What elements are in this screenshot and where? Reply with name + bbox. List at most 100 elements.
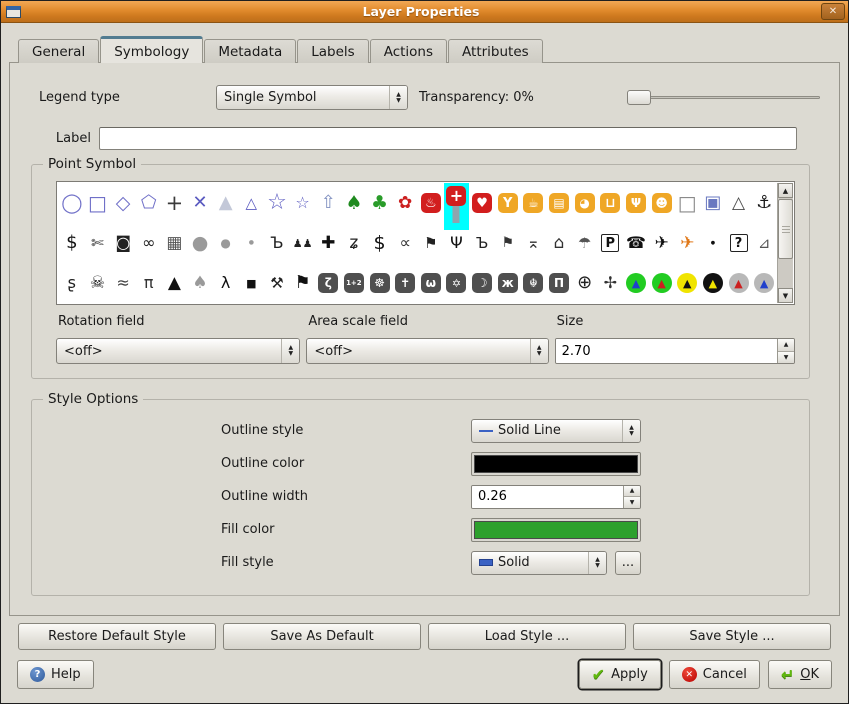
symbol-star-of-david[interactable]: ✡: [444, 263, 470, 303]
scroll-track[interactable]: [778, 260, 793, 288]
symbol-bar[interactable]: Y: [495, 183, 521, 223]
symbol-circle-large[interactable]: ●: [187, 223, 213, 263]
symbol-diamond[interactable]: ◇: [110, 183, 136, 223]
symbol-crescent[interactable]: ☽: [469, 263, 495, 303]
scroll-up-icon[interactable]: ▲: [778, 183, 793, 198]
tab-labels[interactable]: Labels: [297, 39, 368, 63]
scroll-down-icon[interactable]: ▼: [778, 288, 793, 303]
symbol-gray-tree[interactable]: ♠: [187, 263, 213, 303]
symbol-fish[interactable]: ∝: [392, 223, 418, 263]
fill-color-button[interactable]: [471, 518, 641, 542]
symbol-school[interactable]: 1+2: [341, 263, 367, 303]
outline-color-button[interactable]: [471, 452, 641, 476]
symbol-square[interactable]: □: [85, 183, 111, 223]
symbol-fuel-2[interactable]: Ъ: [469, 223, 495, 263]
symbol-mine[interactable]: ⚒: [264, 263, 290, 303]
tab-actions[interactable]: Actions: [370, 39, 447, 63]
outline-style-select[interactable]: Solid Line: [471, 419, 641, 443]
symbol-arrow-green-blue[interactable]: ▲: [623, 263, 649, 303]
symbol-skiing[interactable]: ʂ: [59, 263, 85, 303]
symbol-house[interactable]: ⌂: [546, 223, 572, 263]
symbol-star[interactable]: ☆: [290, 183, 316, 223]
tab-general[interactable]: General: [18, 39, 99, 63]
scroll-thumb[interactable]: [778, 199, 793, 259]
symbol-airfield[interactable]: ✈: [674, 223, 700, 263]
symbol-arrow-green-red[interactable]: ▲: [649, 263, 675, 303]
save-style-button[interactable]: Save Style ...: [633, 623, 831, 650]
symbol-fuel[interactable]: Ъ: [264, 223, 290, 263]
symbol-khanda[interactable]: ☬: [521, 263, 547, 303]
symbol-restaurant[interactable]: Ψ: [623, 183, 649, 223]
cancel-button[interactable]: ✕ Cancel: [669, 660, 760, 689]
area-scale-field-select[interactable]: <off>: [306, 338, 548, 364]
symbol-parking[interactable]: P: [597, 223, 623, 263]
spin-up-icon[interactable]: ▲: [624, 486, 640, 498]
slider-handle[interactable]: [627, 90, 651, 105]
fill-style-more-button[interactable]: ...: [615, 551, 641, 575]
symbol-circle-small[interactable]: ●: [238, 223, 264, 263]
symbol-survey-marker[interactable]: ✢: [597, 263, 623, 303]
symbol-christian-cross[interactable]: ✝: [392, 263, 418, 303]
symbol-arrow-gray-blue[interactable]: ▲: [751, 263, 777, 303]
symbol-fire[interactable]: ♨: [418, 183, 444, 223]
save-as-default-button[interactable]: Save As Default: [223, 623, 421, 650]
symbol-danger-skull[interactable]: ☠: [85, 263, 111, 303]
size-input[interactable]: [556, 339, 777, 363]
symbol-dancing[interactable]: ж: [495, 263, 521, 303]
symbol-filled-triangle[interactable]: ▲: [213, 183, 239, 223]
symbol-entertainment[interactable]: ☻: [649, 183, 675, 223]
tab-metadata[interactable]: Metadata: [204, 39, 296, 63]
tab-symbology[interactable]: Symbology: [100, 36, 203, 63]
ok-button[interactable]: ↵ OK: [768, 660, 832, 689]
symbol-building[interactable]: ▦: [162, 223, 188, 263]
symbol-small-square[interactable]: ■: [238, 263, 264, 303]
symbol-arrow-black-yellow[interactable]: ▲: [700, 263, 726, 303]
symbol-first-aid[interactable]: ✚: [315, 223, 341, 263]
symbol-om[interactable]: ω: [418, 263, 444, 303]
symbol-heart-badge[interactable]: ♥: [469, 183, 495, 223]
outline-width-input[interactable]: [472, 486, 623, 508]
symbol-museum[interactable]: Π: [546, 263, 572, 303]
symbol-deciduous-tree[interactable]: ♣: [367, 183, 393, 223]
help-button[interactable]: ? Help: [17, 660, 94, 689]
apply-button[interactable]: ✔ Apply: [579, 660, 661, 689]
symbol-anchor[interactable]: ⚓: [751, 183, 777, 223]
symbol-cinema[interactable]: ▤: [546, 183, 572, 223]
symbol-camera[interactable]: ◙: [110, 223, 136, 263]
symbol-arrow-yellow-black[interactable]: ▲: [674, 263, 700, 303]
symbol-pub[interactable]: ⊔: [597, 183, 623, 223]
symbol-dharma-wheel[interactable]: ☸: [367, 263, 393, 303]
close-button[interactable]: ✕: [821, 3, 845, 20]
symbol-deer[interactable]: ʑ: [341, 223, 367, 263]
restore-default-style-button[interactable]: Restore Default Style: [18, 623, 216, 650]
symbol-golf-hole[interactable]: ⚑: [495, 223, 521, 263]
symbol-compass-rose[interactable]: ⊕: [572, 263, 598, 303]
spin-down-icon[interactable]: ▼: [778, 352, 794, 364]
symbol-big-star[interactable]: ☆: [264, 183, 290, 223]
symbol-circle-medium[interactable]: ●: [213, 223, 239, 263]
symbol-teepee[interactable]: ▲: [162, 263, 188, 303]
symbol-airport[interactable]: ✈: [649, 223, 675, 263]
symbol-cross-x[interactable]: ✕: [187, 183, 213, 223]
fill-style-select[interactable]: Solid: [471, 551, 607, 575]
legend-type-select[interactable]: Single Symbol: [216, 85, 408, 110]
symbol-hiking[interactable]: λ: [213, 263, 239, 303]
symbol-pentagon[interactable]: ⬠: [136, 183, 162, 223]
symbol-arrow-gray-red[interactable]: ▲: [726, 263, 752, 303]
label-input[interactable]: [99, 127, 797, 150]
tab-attributes[interactable]: Attributes: [448, 39, 543, 63]
symbol-car[interactable]: ∞: [136, 223, 162, 263]
symbol-flower[interactable]: ✿: [392, 183, 418, 223]
symbol-cafe[interactable]: ☕: [521, 183, 547, 223]
symbol-telephone[interactable]: ☎: [623, 223, 649, 263]
symbol-square-in-square[interactable]: ▣: [700, 183, 726, 223]
symbol-cross[interactable]: +: [162, 183, 188, 223]
symbol-boat-ramp[interactable]: ⊿: [751, 223, 777, 263]
symbol-lodging[interactable]: ⌅: [521, 223, 547, 263]
titlebar[interactable]: Layer Properties ✕: [1, 1, 848, 23]
symbol-golf-pin[interactable]: ⚑: [418, 223, 444, 263]
symbol-restrooms[interactable]: ♟♟: [290, 223, 316, 263]
symbol-pizzeria[interactable]: ◕: [572, 183, 598, 223]
symbol-butcher[interactable]: ✄: [85, 223, 111, 263]
spin-up-icon[interactable]: ▲: [778, 339, 794, 352]
